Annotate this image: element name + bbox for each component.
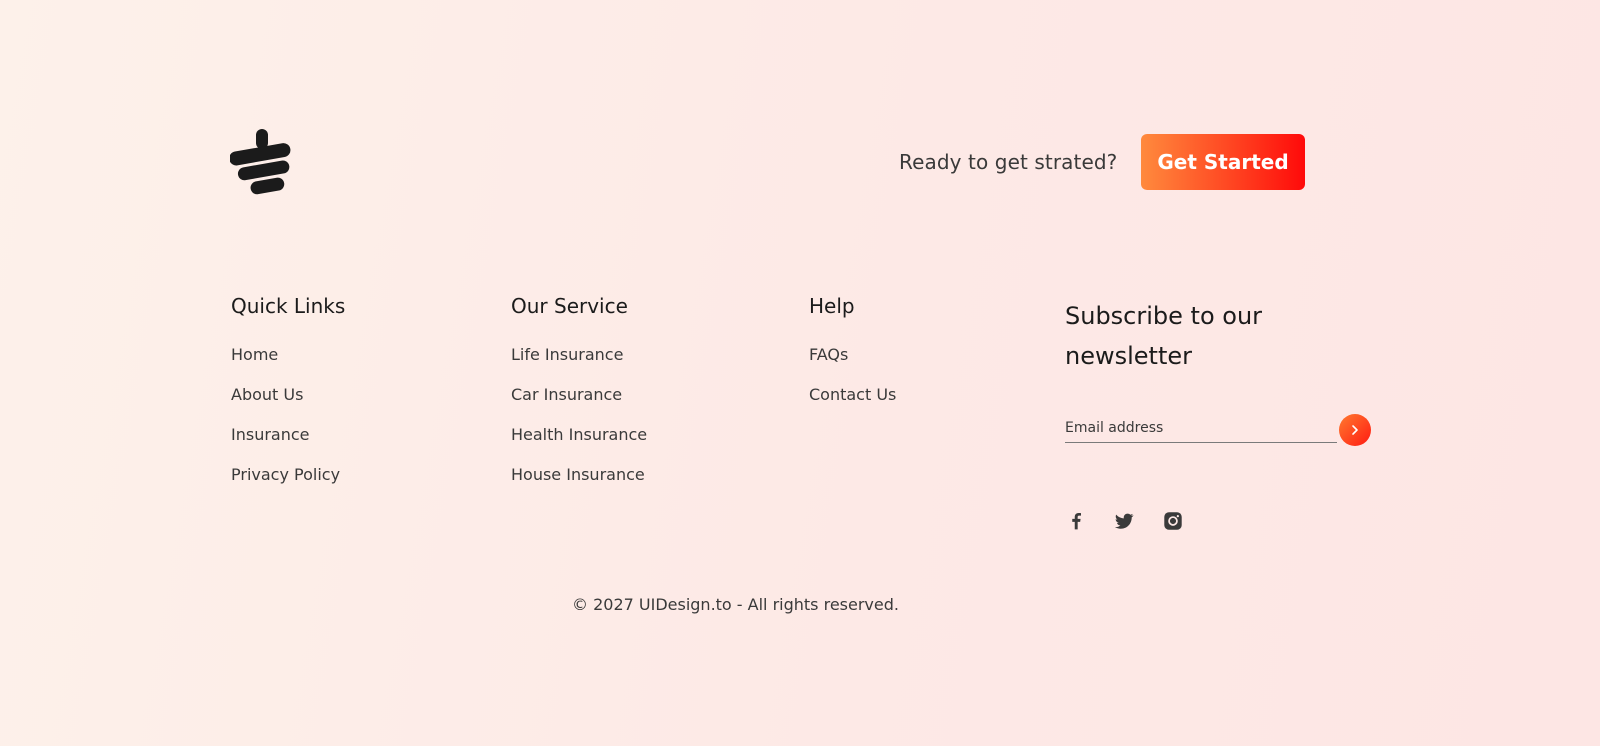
footer-link-privacy-policy[interactable]: Privacy Policy bbox=[231, 465, 340, 484]
our-service-heading: Our Service bbox=[511, 294, 628, 318]
facebook-link[interactable] bbox=[1064, 509, 1088, 533]
get-started-button[interactable]: Get Started bbox=[1141, 134, 1305, 190]
footer-link-health-insurance[interactable]: Health Insurance bbox=[511, 425, 647, 444]
brand-logo[interactable] bbox=[229, 129, 294, 195]
instagram-link[interactable] bbox=[1161, 509, 1185, 533]
footer-link-house-insurance[interactable]: House Insurance bbox=[511, 465, 645, 484]
copyright-text: © 2027 UIDesign.to - All rights reserved… bbox=[572, 595, 899, 614]
facebook-icon bbox=[1072, 513, 1081, 530]
footer-link-car-insurance[interactable]: Car Insurance bbox=[511, 385, 622, 404]
instagram-icon bbox=[1164, 512, 1182, 530]
quick-links-heading: Quick Links bbox=[231, 294, 346, 318]
help-heading: Help bbox=[809, 294, 855, 318]
footer-link-life-insurance[interactable]: Life Insurance bbox=[511, 345, 623, 364]
footer-link-faqs[interactable]: FAQs bbox=[809, 345, 848, 364]
footer-link-home[interactable]: Home bbox=[231, 345, 278, 364]
email-input[interactable] bbox=[1065, 414, 1337, 443]
footer-link-about-us[interactable]: About Us bbox=[231, 385, 303, 404]
footer-link-insurance[interactable]: Insurance bbox=[231, 425, 310, 444]
twitter-icon bbox=[1114, 513, 1134, 529]
footer-link-contact-us[interactable]: Contact Us bbox=[809, 385, 896, 404]
newsletter-heading: Subscribe to our newsletter bbox=[1065, 302, 1263, 370]
stacked-bars-logo-icon bbox=[229, 129, 291, 195]
twitter-link[interactable] bbox=[1112, 509, 1136, 533]
chevron-right-icon bbox=[1352, 425, 1358, 435]
cta-prompt: Ready to get strated? bbox=[899, 150, 1118, 174]
newsletter-submit-button[interactable] bbox=[1339, 414, 1371, 446]
